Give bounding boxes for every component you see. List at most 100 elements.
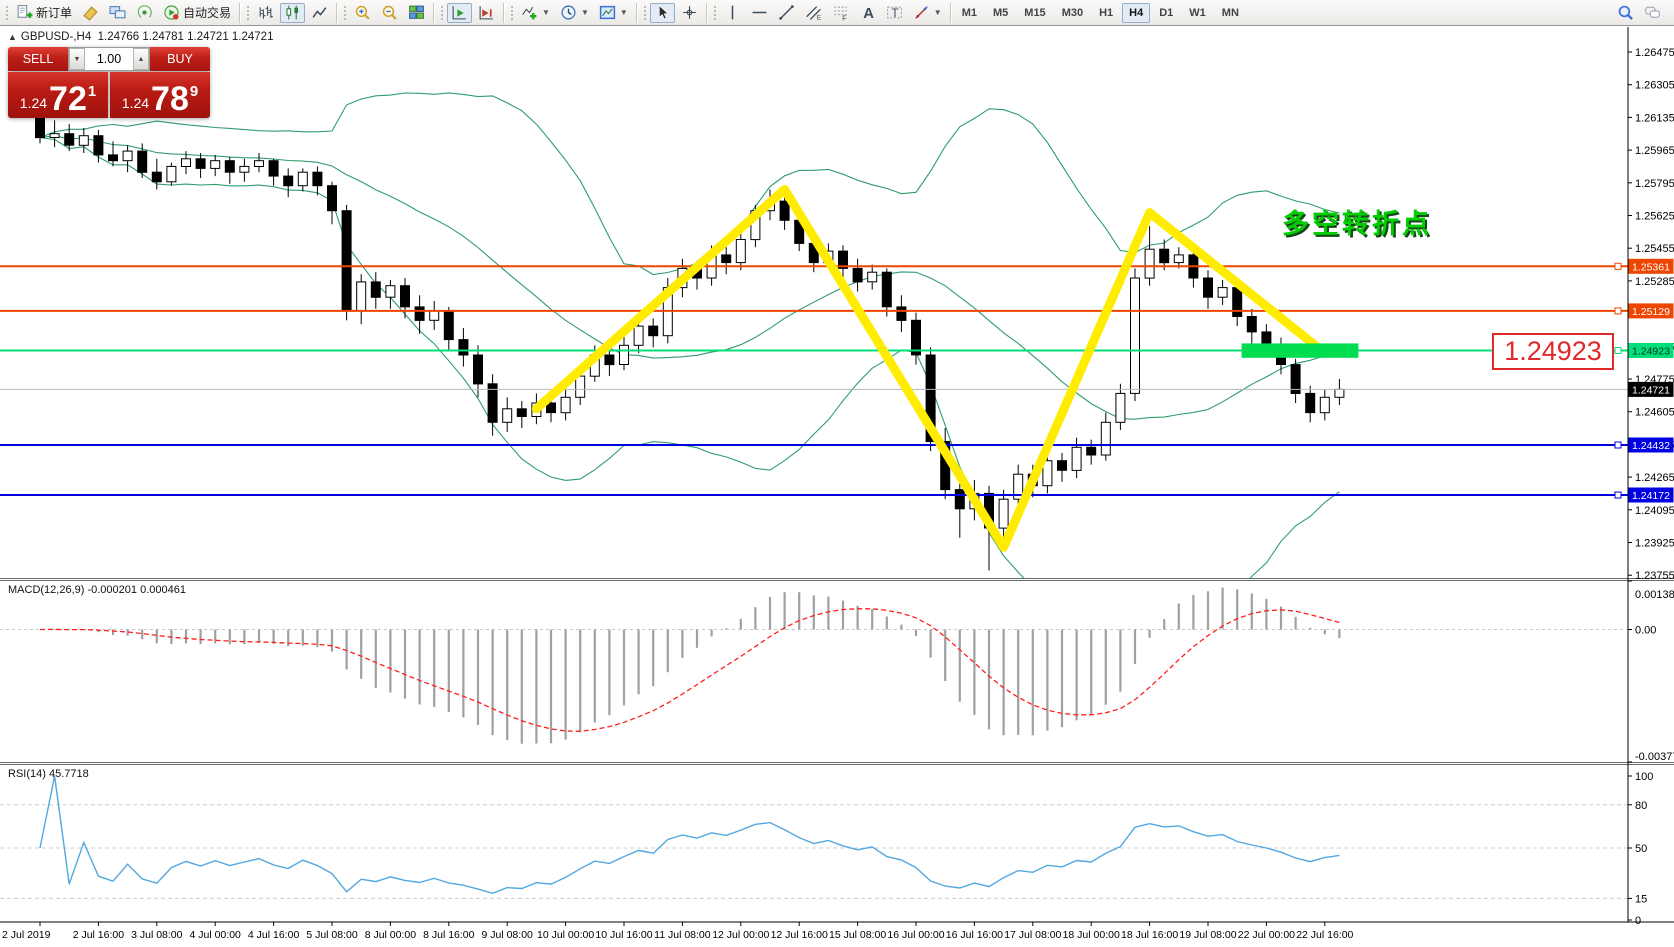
- tool-zoom-out[interactable]: [377, 3, 402, 23]
- tool-vline[interactable]: [720, 3, 745, 23]
- svg-text:0: 0: [1635, 915, 1641, 927]
- hline-icon: [751, 4, 768, 21]
- chinese-annotation-text[interactable]: 多空转折点: [1282, 202, 1432, 241]
- volume-decrease-button[interactable]: ▼: [69, 48, 85, 70]
- tool-crayon[interactable]: [78, 3, 103, 23]
- tool-bar-chart[interactable]: [253, 3, 278, 23]
- svg-text:16 Jul 16:00: 16 Jul 16:00: [946, 929, 1003, 941]
- chevron-down-icon[interactable]: ▼: [934, 8, 942, 17]
- tool-zoom-in[interactable]: [350, 3, 375, 23]
- tool-periods[interactable]: ▼: [556, 3, 593, 23]
- tool-hline[interactable]: [747, 3, 772, 23]
- tool-crosshair[interactable]: [677, 3, 702, 23]
- hline-handle[interactable]: [1615, 348, 1621, 354]
- tool-autotrading[interactable]: 自动交易: [159, 3, 235, 23]
- tool-cursor[interactable]: [650, 3, 675, 23]
- tool-text[interactable]: A: [855, 3, 880, 23]
- green-zone-box[interactable]: [1242, 343, 1359, 357]
- toolbar-groups: 新订单 自动交易 ▼ ▼ ▼ EFAT ▼: [2, 3, 954, 23]
- timeframe-W1[interactable]: W1: [1182, 3, 1213, 23]
- volume-input[interactable]: [85, 48, 133, 70]
- svg-text:1.24923: 1.24923: [1632, 346, 1670, 358]
- tile-windows-icon: [408, 4, 425, 21]
- tool-line-chart[interactable]: [307, 3, 332, 23]
- timeframe-M30[interactable]: M30: [1055, 3, 1090, 23]
- bar-chart-icon: [257, 4, 274, 21]
- svg-text:22 Jul 16:00: 22 Jul 16:00: [1296, 929, 1353, 941]
- timeframe-M15[interactable]: M15: [1017, 3, 1052, 23]
- chevron-down-icon[interactable]: ▼: [581, 8, 589, 17]
- svg-text:0.001381: 0.001381: [1635, 589, 1674, 601]
- tool-trendline[interactable]: [774, 3, 799, 23]
- timeframe-MN[interactable]: MN: [1215, 3, 1246, 23]
- profiles-icon: [109, 4, 126, 21]
- tool-signal[interactable]: [132, 3, 157, 23]
- candlesticks: [36, 103, 1344, 570]
- tool-chat[interactable]: [1640, 3, 1665, 23]
- tool-search[interactable]: [1613, 3, 1638, 23]
- toolbar-grip: [342, 4, 347, 22]
- pane-divider[interactable]: [0, 762, 1674, 765]
- buy-button[interactable]: BUY: [150, 47, 210, 71]
- svg-text:8 Jul 16:00: 8 Jul 16:00: [423, 929, 475, 941]
- toolbar: 新订单 自动交易 ▼ ▼ ▼ EFAT ▼ M1M5M15M30H1H4D1W1MN: [0, 0, 1674, 26]
- toolbar-right: [1612, 3, 1666, 23]
- tool-chart-shift[interactable]: [474, 3, 499, 23]
- svg-text:80: 80: [1635, 800, 1647, 812]
- chevron-down-icon[interactable]: ▼: [542, 8, 550, 17]
- sell-price-sup: 1: [88, 83, 96, 100]
- chart-canvas[interactable]: 1.264751.263051.261351.259651.257951.256…: [0, 27, 1674, 947]
- timeframe-D1[interactable]: D1: [1152, 3, 1180, 23]
- price-axis[interactable]: 1.264751.263051.261351.259651.257951.256…: [1628, 27, 1674, 927]
- svg-text:16 Jul 00:00: 16 Jul 00:00: [887, 929, 944, 941]
- tool-auto-scroll[interactable]: [447, 3, 472, 23]
- tool-channel[interactable]: E: [801, 3, 826, 23]
- hline-handle[interactable]: [1615, 263, 1621, 269]
- chevron-down-icon[interactable]: ▼: [620, 8, 628, 17]
- tool-templates[interactable]: ▼: [595, 3, 632, 23]
- svg-text:1.25285: 1.25285: [1635, 276, 1674, 288]
- tool-profiles[interactable]: [105, 3, 130, 23]
- tool-arrows[interactable]: ▼: [909, 3, 946, 23]
- cursor-icon: [654, 4, 671, 21]
- hline-handle[interactable]: [1615, 492, 1621, 498]
- svg-text:100: 100: [1635, 771, 1653, 783]
- svg-text:1.23925: 1.23925: [1635, 538, 1674, 550]
- svg-text:8 Jul 00:00: 8 Jul 00:00: [365, 929, 417, 941]
- timeframe-H4[interactable]: H4: [1122, 3, 1150, 23]
- svg-text:19 Jul 08:00: 19 Jul 08:00: [1179, 929, 1236, 941]
- svg-text:22 Jul 00:00: 22 Jul 00:00: [1238, 929, 1295, 941]
- timeframe-M1[interactable]: M1: [955, 3, 984, 23]
- sell-button[interactable]: SELL: [8, 47, 68, 71]
- tool-label: 新订单: [36, 4, 72, 21]
- horizontal-lines[interactable]: [0, 263, 1628, 498]
- svg-text:2 Jul 2019: 2 Jul 2019: [2, 929, 51, 941]
- timeframe-H1[interactable]: H1: [1092, 3, 1120, 23]
- price-badge: 1.25129: [1629, 303, 1674, 318]
- tool-tile-windows[interactable]: [404, 3, 429, 23]
- sell-price-box[interactable]: 1.24 72 1: [8, 72, 108, 118]
- buy-price-box[interactable]: 1.24 78 9: [110, 72, 210, 118]
- volume-increase-button[interactable]: ▲: [133, 48, 149, 70]
- svg-text:4 Jul 00:00: 4 Jul 00:00: [190, 929, 242, 941]
- collapse-triangle-icon[interactable]: ▲: [8, 32, 17, 42]
- svg-text:1.24721: 1.24721: [1632, 384, 1670, 396]
- tool-candle-chart[interactable]: [280, 3, 305, 23]
- tool-label[interactable]: T: [882, 3, 907, 23]
- vline-icon: [724, 4, 741, 21]
- hline-handle[interactable]: [1615, 308, 1621, 314]
- svg-text:18 Jul 00:00: 18 Jul 00:00: [1063, 929, 1120, 941]
- time-axis[interactable]: 2 Jul 20192 Jul 16:003 Jul 08:004 Jul 00…: [0, 922, 1674, 941]
- pane-divider[interactable]: [0, 578, 1674, 581]
- chart-area[interactable]: 1.264751.263051.261351.259651.257951.256…: [0, 27, 1674, 947]
- macd-indicator-label: MACD(12,26,9) -0.000201 0.000461: [8, 584, 186, 596]
- buy-price-sup: 9: [190, 83, 198, 100]
- svg-text:9 Jul 08:00: 9 Jul 08:00: [482, 929, 534, 941]
- price-callout-box[interactable]: 1.24923: [1492, 333, 1614, 370]
- svg-text:10 Jul 00:00: 10 Jul 00:00: [537, 929, 594, 941]
- tool-new-order[interactable]: 新订单: [12, 3, 76, 23]
- tool-fibonacci[interactable]: F: [828, 3, 853, 23]
- tool-indicators[interactable]: ▼: [517, 3, 554, 23]
- timeframe-M5[interactable]: M5: [986, 3, 1015, 23]
- hline-handle[interactable]: [1615, 442, 1621, 448]
